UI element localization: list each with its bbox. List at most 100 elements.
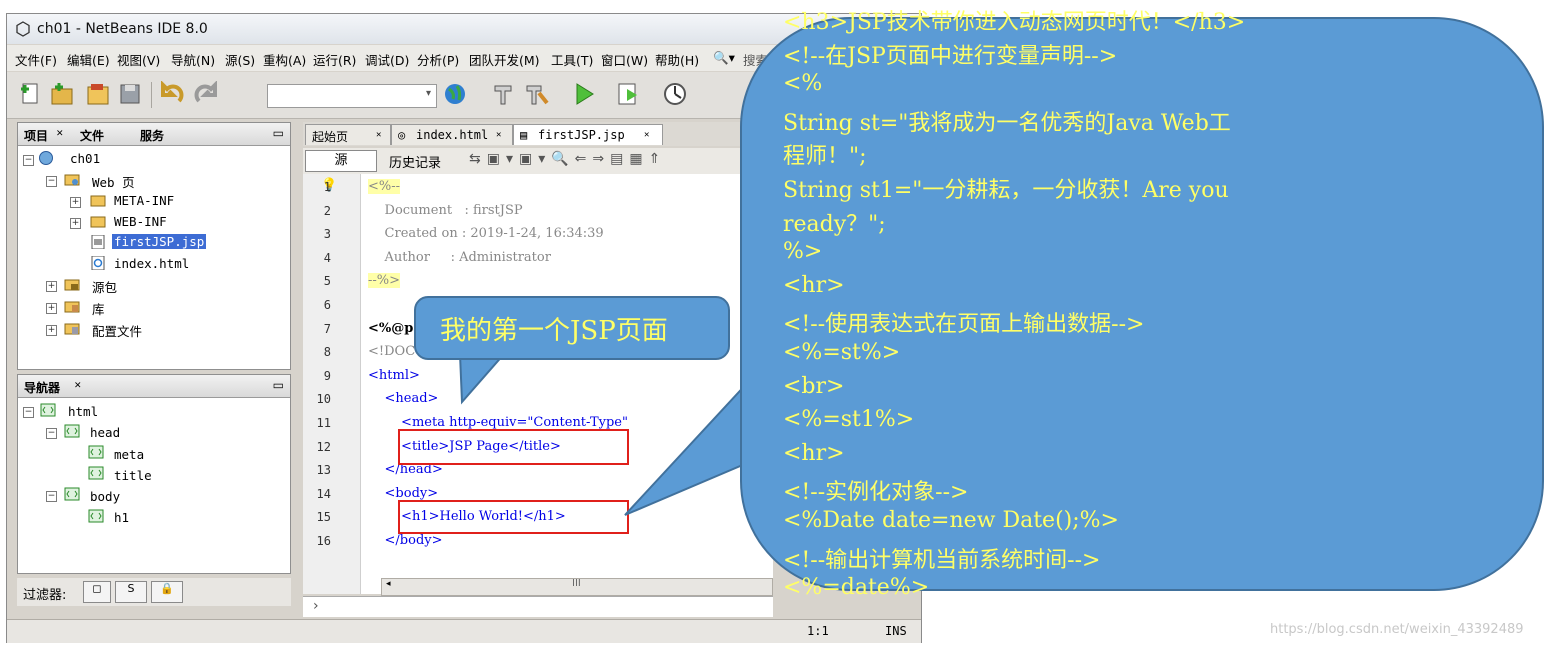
tab-navigator[interactable]: 导航器 (24, 379, 60, 396)
code-line: </body> (368, 533, 443, 548)
html-file-icon: ◎ (398, 128, 406, 142)
tree-item-web-inf[interactable]: WEB-INF (114, 214, 167, 229)
collapse-icon[interactable]: − (46, 428, 57, 439)
code-line: <body> (368, 485, 439, 501)
collapse-icon[interactable]: − (46, 176, 57, 187)
tree-item-web-pages[interactable]: Web 页 (92, 172, 135, 191)
navigator-tree: − html − head meta title − body h1 (18, 403, 290, 573)
menu-edit[interactable]: 编辑(E) (67, 50, 110, 69)
scroll-left-icon[interactable]: ◂ (386, 579, 391, 589)
open-project-icon[interactable] (85, 81, 111, 107)
menu-navigate[interactable]: 导航(N) (171, 50, 215, 69)
globe-icon[interactable] (443, 81, 469, 107)
tab-start-page[interactable]: 起始页 ✕ (305, 124, 391, 145)
tree-item-config-files[interactable]: 配置文件 (92, 321, 142, 340)
html-tag-icon (88, 466, 104, 480)
tab-files[interactable]: 文件 (80, 127, 104, 144)
projects-panel-header: 项目 ✕ 文件 服务 ▭ (18, 123, 290, 146)
collapse-icon[interactable]: − (23, 407, 34, 418)
scroll-thumb[interactable]: III (572, 578, 581, 589)
menu-refactor[interactable]: 重构(A) (263, 50, 306, 69)
minimize-icon[interactable]: ▭ (273, 378, 284, 392)
horizontal-scrollbar[interactable]: ◂ III (381, 578, 773, 596)
menu-source[interactable]: 源(S) (225, 50, 255, 69)
small-callout: 我的第一个JSP页面 (414, 296, 730, 360)
html-tag-icon (88, 509, 104, 523)
nav-item-meta[interactable]: meta (114, 447, 144, 462)
html-file-icon (91, 256, 105, 270)
netbeans-logo-icon (16, 21, 30, 37)
new-project-icon[interactable] (49, 81, 75, 107)
tree-item-source-packages[interactable]: 源包 (92, 277, 117, 296)
close-icon[interactable]: ✕ (74, 381, 82, 391)
html-tag-icon (40, 403, 56, 417)
code-line: <head> (368, 391, 439, 407)
line-number: 4 (323, 250, 331, 265)
new-file-icon[interactable] (17, 81, 43, 107)
menu-view[interactable]: 视图(V) (117, 50, 160, 69)
collapse-icon[interactable]: − (46, 491, 57, 502)
tab-services[interactable]: 服务 (140, 127, 164, 144)
menu-tools[interactable]: 工具(T) (551, 50, 593, 69)
run-icon[interactable] (571, 81, 597, 107)
menu-run[interactable]: 运行(R) (313, 50, 356, 69)
line-number: 2 (323, 203, 331, 218)
nav-item-html[interactable]: html (68, 404, 98, 419)
filter-square-button[interactable]: ◻ (83, 581, 111, 603)
callout-code-line: <h3>JSP技术带你进入动态网页时代！</h3> (783, 10, 1246, 35)
filter-static-button[interactable]: S (115, 581, 147, 603)
minimize-icon[interactable]: ▭ (273, 126, 284, 140)
line-number: 9 (323, 368, 331, 383)
collapse-icon[interactable]: − (23, 155, 34, 166)
tree-item-index-html[interactable]: index.html (114, 256, 189, 271)
code-line: Created on : 2019-1-24, 16:34:39 (368, 226, 604, 242)
menu-file[interactable]: 文件(F) (15, 50, 57, 69)
tree-item-firstjsp[interactable]: firstJSP.jsp (112, 234, 207, 249)
callout-code-line: <hr> (783, 272, 845, 298)
nav-item-h1[interactable]: h1 (114, 510, 129, 525)
tree-item-libraries[interactable]: 库 (92, 299, 105, 318)
callout-code-line: <hr> (783, 440, 845, 466)
expand-icon[interactable]: + (46, 325, 57, 336)
nav-item-body[interactable]: body (90, 489, 120, 504)
filter-lock-button[interactable]: 🔒 (151, 581, 183, 603)
menu-team[interactable]: 团队开发(M) (469, 50, 540, 69)
watermark: https://blog.csdn.net/weixin_43392489 (1270, 622, 1524, 637)
tree-item-ch01[interactable]: ch01 (70, 151, 100, 166)
clean-build-icon[interactable] (523, 81, 549, 107)
library-icon (64, 301, 80, 313)
save-all-icon[interactable] (117, 81, 143, 107)
expand-icon[interactable]: + (70, 197, 81, 208)
tab-index-html[interactable]: ◎ index.html ✕ (391, 124, 513, 145)
chevron-right-icon[interactable]: › (313, 598, 319, 614)
jsp-file-icon (91, 235, 105, 249)
close-icon[interactable]: ✕ (376, 130, 381, 140)
expand-icon[interactable]: + (46, 281, 57, 292)
filter-label: 过滤器: (23, 588, 67, 603)
source-button[interactable]: 源 (305, 150, 377, 172)
nav-item-head[interactable]: head (90, 425, 120, 440)
menu-profile[interactable]: 分析(P) (417, 50, 459, 69)
source-package-icon (64, 279, 80, 291)
tree-item-meta-inf[interactable]: META-INF (114, 193, 174, 208)
title-highlight-box (398, 429, 629, 465)
menu-debug[interactable]: 调试(D) (365, 50, 409, 69)
configuration-dropdown[interactable]: ▾ (267, 84, 437, 108)
line-number: 13 (316, 463, 331, 478)
build-hammer-icon[interactable] (491, 81, 517, 107)
callout-code-line: <%=st1%> (783, 407, 915, 433)
undo-icon[interactable] (159, 81, 185, 107)
tab-projects[interactable]: 项目 (24, 127, 48, 144)
history-button[interactable]: 历史记录 (389, 152, 441, 171)
callout-code-line: ready？"; (783, 211, 886, 237)
close-icon[interactable]: ✕ (496, 130, 501, 140)
close-icon[interactable]: ✕ (56, 129, 64, 139)
status-bar: 1:1 INS (7, 619, 921, 643)
expand-icon[interactable]: + (70, 218, 81, 229)
html-tag-icon (64, 424, 80, 438)
line-number: 15 (316, 510, 331, 525)
redo-icon[interactable] (193, 81, 219, 107)
window-title: ch01 - NetBeans IDE 8.0 (37, 21, 208, 37)
nav-item-title[interactable]: title (114, 468, 152, 483)
expand-icon[interactable]: + (46, 303, 57, 314)
